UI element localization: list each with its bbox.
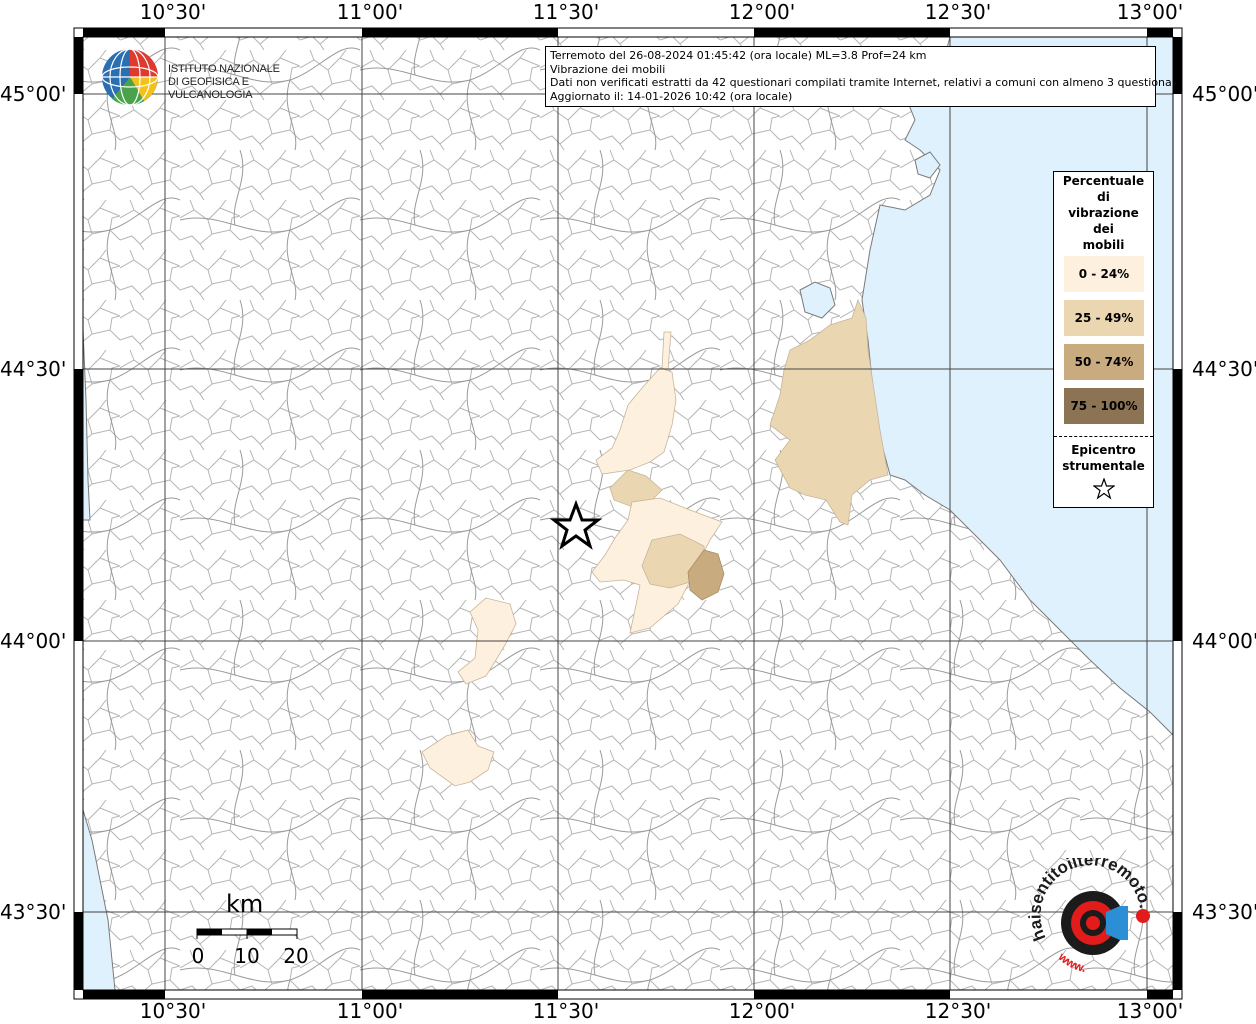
lon-tick-bottom: 13°00'	[1116, 999, 1184, 1023]
lon-tick-top: 11°00'	[336, 0, 404, 24]
lat-tick-left: 44°00'	[0, 629, 67, 653]
scale-label: 0	[191, 944, 205, 968]
lat-tick-left: 43°30'	[0, 900, 67, 924]
legend-epicenter-label: Epicentro strumentale	[1054, 442, 1153, 474]
ingv-globe-icon	[101, 48, 159, 106]
hsit-logo: haisentitoilterremoto.it www.	[1025, 843, 1158, 988]
scale-unit: km	[226, 890, 264, 918]
lon-tick-bottom: 11°30'	[532, 999, 600, 1023]
legend-label: 25 - 49%	[1074, 311, 1134, 325]
legend-swatch-0-24: 0 - 24%	[1064, 256, 1144, 292]
event-info-box: Terremoto del 26-08-2024 01:45:42 (ora l…	[545, 46, 1183, 107]
legend: Percentuale di vibrazione dei mobili 0 -…	[1053, 171, 1154, 508]
event-title: Terremoto del 26-08-2024 01:45:42 (ora l…	[550, 49, 927, 62]
legend-title-line: vibrazione	[1068, 206, 1139, 220]
lat-tick-right: 45°00'	[1192, 82, 1256, 106]
scale-label: 20	[283, 944, 309, 968]
scale-bar-graphic	[196, 928, 298, 939]
lon-tick-bottom: 10°30'	[139, 999, 207, 1023]
legend-divider	[1054, 436, 1153, 437]
lon-tick-bottom: 12°00'	[728, 999, 796, 1023]
legend-label: 75 - 100%	[1070, 399, 1138, 413]
legend-title-line: Percentuale	[1062, 174, 1145, 188]
legend-epicenter-line: Epicentro	[1071, 443, 1136, 457]
lon-tick-bottom: 11°00'	[336, 999, 404, 1023]
lat-tick-right: 44°00'	[1192, 629, 1256, 653]
legend-swatch-25-49: 25 - 49%	[1064, 300, 1144, 336]
ingv-logo: ISTITUTO NAZIONALE DI GEOFISICA E VULCAN…	[100, 47, 310, 107]
lon-tick-top: 11°30'	[532, 0, 600, 24]
legend-title: Percentuale di vibrazione dei mobili	[1054, 173, 1153, 253]
lon-tick-top: 10°30'	[139, 0, 207, 24]
lon-tick-top: 12°30'	[924, 0, 992, 24]
lat-tick-left: 45°00'	[0, 82, 67, 106]
lat-tick-left: 44°30'	[0, 357, 67, 381]
legend-epicenter-line: strumentale	[1062, 459, 1145, 473]
lon-tick-top: 12°00'	[728, 0, 796, 24]
lon-tick-top: 13°00'	[1116, 0, 1184, 24]
legend-star-icon	[1093, 478, 1115, 500]
legend-title-line: dei	[1093, 222, 1114, 236]
legend-title-line: di	[1097, 190, 1110, 204]
ingv-logo-line1: ISTITUTO NAZIONALE	[168, 63, 280, 75]
legend-swatch-75-100: 75 - 100%	[1064, 388, 1144, 424]
updated-timestamp: Aggiornato il: 14-01-2026 10:42 (ora loc…	[550, 89, 793, 103]
lon-tick-bottom: 12°30'	[924, 999, 992, 1023]
hsit-target-icon: haisentitoilterremoto.it www.	[1025, 843, 1155, 975]
lat-tick-right: 43°30'	[1192, 900, 1256, 924]
legend-title-line: mobili	[1082, 238, 1125, 252]
legend-swatch-50-74: 50 - 74%	[1064, 344, 1144, 380]
legend-label: 0 - 24%	[1078, 267, 1130, 281]
ingv-logo-line2: DI GEOFISICA E VULCANOLOGIA	[168, 76, 253, 101]
legend-label: 50 - 74%	[1074, 355, 1134, 369]
lat-tick-right: 44°30'	[1192, 357, 1256, 381]
scale-bar: km 0 10 20	[190, 890, 310, 980]
map-subject: Vibrazione dei mobili	[550, 62, 666, 76]
data-note: Dati non verificati estratti da 42 quest…	[550, 76, 1183, 89]
scale-label: 10	[234, 944, 260, 968]
